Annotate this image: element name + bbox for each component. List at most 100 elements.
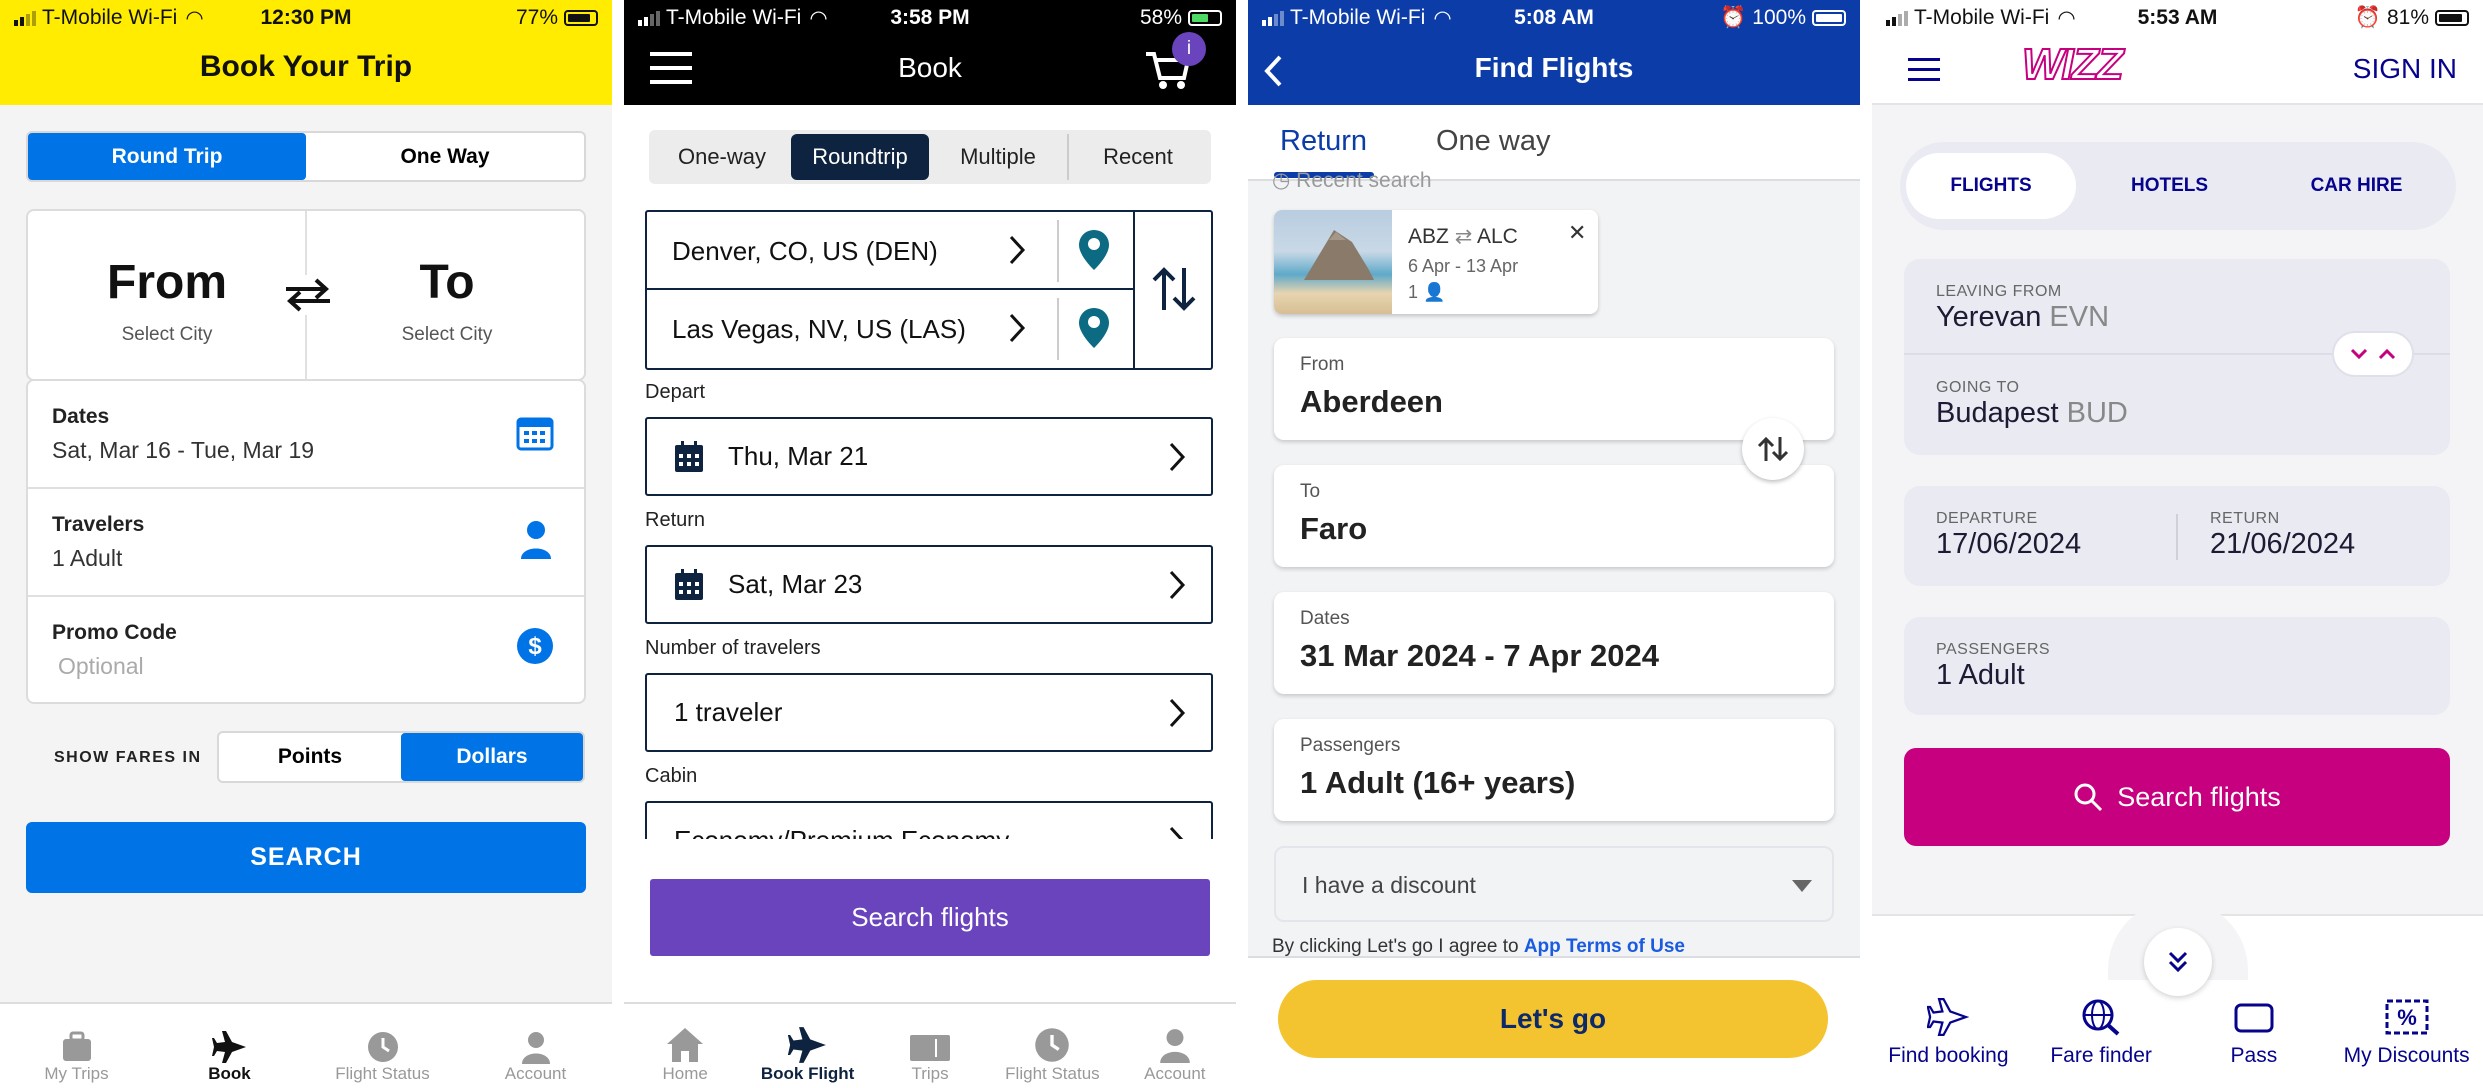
nav-home[interactable]: Home: [624, 1004, 746, 1088]
nav-flight-status[interactable]: Flight Status: [991, 1004, 1113, 1088]
person-icon: [519, 1030, 553, 1064]
nav-account[interactable]: Account: [459, 1004, 612, 1088]
recent-search-header: ◷ Recent search: [1272, 168, 1432, 193]
location-pin-icon[interactable]: [1077, 306, 1111, 350]
to-selector[interactable]: To Select City: [308, 211, 586, 381]
panel-book: T-Mobile Wi-Fi ◠ 3:58 PM 58% Book i One-…: [624, 0, 1236, 1088]
from-label: From: [107, 256, 227, 309]
fares-dollars[interactable]: Dollars: [401, 733, 583, 781]
expand-button[interactable]: [2144, 928, 2212, 996]
return-label: Return: [645, 509, 706, 531]
nav-flight-status[interactable]: Flight Status: [306, 1004, 459, 1088]
terms-link[interactable]: App Terms of Use: [1524, 936, 1685, 957]
battery-charging-icon: [1188, 10, 1222, 26]
swap-icon: [1756, 435, 1790, 463]
discount-dropdown[interactable]: I have a discount: [1274, 846, 1834, 922]
close-icon[interactable]: ✕: [1568, 220, 1586, 246]
to-label: To: [419, 256, 475, 309]
to-field[interactable]: To Faro: [1274, 465, 1834, 567]
fares-points[interactable]: Points: [219, 733, 401, 781]
search-flights-button[interactable]: Search flights: [1904, 748, 2450, 846]
tab-round-trip[interactable]: Round Trip: [28, 133, 306, 180]
menu-icon[interactable]: [1908, 58, 1940, 82]
promo-label: Promo Code: [52, 621, 177, 644]
roundtrip-plane-icon: ⇄: [1454, 225, 1473, 248]
tab-roundtrip[interactable]: Roundtrip: [791, 134, 929, 180]
clock: 3:58 PM: [890, 6, 970, 29]
tab-hotels[interactable]: HOTELS: [2076, 153, 2263, 219]
return-field[interactable]: Sat, Mar 23: [645, 545, 1213, 624]
nav-my-discounts[interactable]: % My Discounts: [2330, 998, 2483, 1088]
cabin-field[interactable]: Economy/Premium Economy: [645, 801, 1213, 839]
travelers-field[interactable]: 1 traveler: [645, 673, 1213, 752]
route-box: Denver, CO, US (DEN) Las Vegas, NV, US (…: [645, 210, 1213, 370]
promo-row[interactable]: Promo Code Optional $: [28, 597, 584, 704]
return-field[interactable]: RETURN 21/06/2024: [2178, 486, 2450, 586]
departure-value: 17/06/2024: [1936, 528, 2082, 560]
promo-input[interactable]: Optional: [58, 653, 144, 680]
swap-button[interactable]: [1742, 418, 1804, 480]
nav-book[interactable]: Book: [153, 1004, 306, 1088]
recent-dates: 6 Apr - 13 Apr: [1408, 256, 1519, 276]
lets-go-button[interactable]: Let's go: [1278, 980, 1828, 1058]
tab-car-hire[interactable]: CAR HIRE: [2263, 153, 2450, 219]
terms-prefix: By clicking Let's go I agree to: [1272, 936, 1519, 957]
sign-in-link[interactable]: SIGN IN: [2353, 53, 2457, 85]
tab-multiple[interactable]: Multiple: [929, 134, 1069, 180]
dates-value: Sat, Mar 16 - Tue, Mar 19: [52, 437, 315, 463]
from-field[interactable]: From Aberdeen: [1274, 338, 1834, 440]
nav-label: Home: [662, 1064, 708, 1083]
wizz-logo[interactable]: WIZZ: [2021, 39, 2124, 90]
bottom-nav: My Trips Book Flight Status Account: [0, 1002, 612, 1088]
nav-trips[interactable]: Trips: [869, 1004, 991, 1088]
nav-label: Account: [504, 1064, 567, 1083]
tab-recent[interactable]: Recent: [1069, 134, 1207, 180]
from-selector[interactable]: From Select City: [28, 211, 306, 381]
chevron-right-icon: [1167, 825, 1187, 839]
cabin-label: Cabin: [645, 765, 698, 787]
tab-return[interactable]: Return: [1280, 125, 1367, 158]
nav-pass[interactable]: Pass: [2178, 998, 2331, 1088]
travelers-row[interactable]: Travelers 1 Adult: [28, 489, 584, 597]
battery-icon: [564, 10, 598, 26]
cart-badge: i: [1172, 32, 1206, 66]
nav-fare-finder[interactable]: Fare finder: [2025, 998, 2178, 1088]
swap-route-button[interactable]: [2332, 331, 2414, 377]
route-card: From Select City To Select City: [26, 209, 586, 381]
clock-icon: [366, 1030, 400, 1064]
status-bar: T-Mobile Wi-Fi ◠ 5:53 AM ⏰ 81%: [1872, 0, 2483, 36]
chevron-right-icon: [1007, 234, 1027, 266]
origin-field[interactable]: Denver, CO, US (DEN): [647, 212, 1135, 290]
tab-one-way[interactable]: One-way: [653, 134, 791, 180]
dates-row[interactable]: Dates Sat, Mar 16 - Tue, Mar 19: [28, 381, 584, 489]
recent-pax: 1 👤: [1408, 282, 1445, 303]
tab-one-way[interactable]: One Way: [306, 133, 584, 180]
destination-field[interactable]: Las Vegas, NV, US (LAS): [647, 290, 1135, 368]
travelers-value: 1 Adult: [52, 545, 123, 571]
nav-label: Book Flight: [760, 1064, 855, 1083]
nav-account[interactable]: Account: [1114, 1004, 1236, 1088]
location-pin-icon[interactable]: [1077, 228, 1111, 272]
nav-find-booking[interactable]: Find booking: [1872, 998, 2025, 1088]
search-button[interactable]: SEARCH: [26, 822, 586, 893]
search-flights-button[interactable]: Search flights: [650, 879, 1210, 956]
search-label: Search flights: [2117, 781, 2281, 812]
nav-book-flight[interactable]: Book Flight: [746, 1004, 868, 1088]
nav-label: Trips: [911, 1064, 949, 1083]
divider: [1133, 212, 1135, 368]
nav-my-trips[interactable]: My Trips: [0, 1004, 153, 1088]
return-value: Sat, Mar 23: [728, 569, 863, 599]
passengers-field[interactable]: PASSENGERS 1 Adult: [1904, 617, 2450, 715]
going-label: GOING TO: [1936, 379, 2020, 396]
dates-field[interactable]: Dates 31 Mar 2024 - 7 Apr 2024: [1274, 592, 1834, 694]
passengers-field[interactable]: Passengers 1 Adult (16+ years): [1274, 719, 1834, 821]
depart-field[interactable]: Thu, Mar 21: [645, 417, 1213, 496]
recent-search-card[interactable]: ABZ ⇄ ALC 6 Apr - 13 Apr 1 👤 ✕: [1274, 210, 1598, 314]
home-icon: [665, 1026, 705, 1064]
departure-field[interactable]: DEPARTURE 17/06/2024: [1904, 486, 2176, 586]
history-icon: ◷: [1272, 169, 1291, 192]
swap-icon[interactable]: [1151, 264, 1197, 314]
tab-one-way[interactable]: One way: [1436, 125, 1550, 158]
recent-search-label: Recent search: [1296, 169, 1432, 192]
tab-flights[interactable]: FLIGHTS: [1906, 153, 2076, 219]
